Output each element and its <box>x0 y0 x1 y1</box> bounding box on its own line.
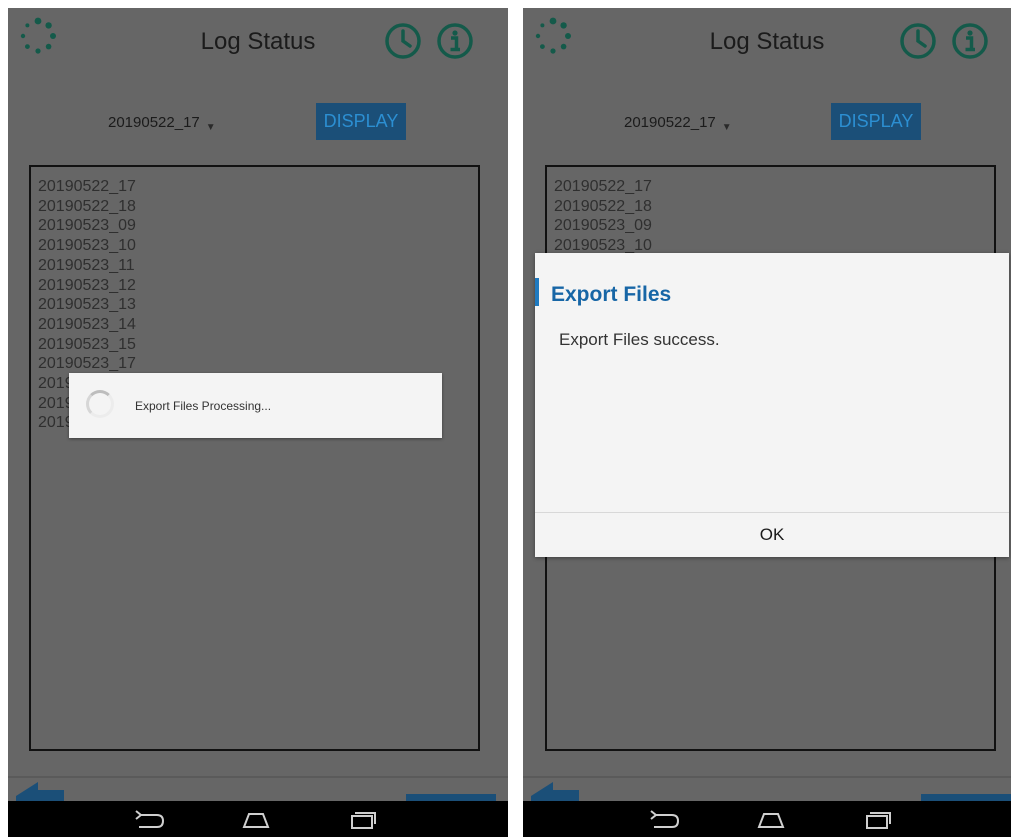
nav-recents-icon[interactable] <box>861 810 893 830</box>
list-item[interactable]: 20190522_17 <box>554 177 652 197</box>
list-item[interactable]: 20190522_17 <box>38 177 136 197</box>
system-nav-bar <box>8 801 508 837</box>
nav-back-icon[interactable] <box>648 810 680 830</box>
list-item[interactable]: 20190523_15 <box>38 335 136 355</box>
dialog-title: Export Files <box>551 283 672 306</box>
date-select[interactable]: 20190522_17 ▼ <box>624 114 732 133</box>
list-item[interactable]: 20190522_18 <box>554 197 652 217</box>
list-item[interactable]: 20190523_12 <box>38 276 136 296</box>
progress-dialog: Export Files Processing... <box>69 373 442 438</box>
system-nav-bar <box>523 801 1011 837</box>
page-title: Log Status <box>200 28 316 55</box>
date-select-value: 20190522_17 <box>108 114 200 131</box>
ok-button[interactable]: OK <box>535 513 1009 557</box>
list-item[interactable]: 20190523_09 <box>38 216 136 236</box>
display-button[interactable]: DISPLAY <box>316 103 406 140</box>
nav-back-icon[interactable] <box>133 810 165 830</box>
nav-home-icon[interactable] <box>240 810 272 830</box>
list-item[interactable]: 20190523_13 <box>38 295 136 315</box>
clock-icon[interactable] <box>899 22 937 60</box>
loading-spinner-icon <box>86 390 114 418</box>
date-select-value: 20190522_17 <box>624 114 716 131</box>
list-item[interactable]: 20190523_17 <box>38 354 136 374</box>
export-alert-dialog: Export Files Export Files success. OK <box>535 253 1009 557</box>
info-icon[interactable] <box>436 22 474 60</box>
log-list-box: 20190522_17 20190522_18 20190523_09 2019… <box>29 165 480 751</box>
list-item[interactable]: 20190522_18 <box>38 197 136 217</box>
list-item[interactable]: 20190523_10 <box>38 236 136 256</box>
list-item[interactable]: 20190523_11 <box>38 256 136 276</box>
progress-message: Export Files Processing... <box>135 399 272 413</box>
list-item[interactable]: 20190523_09 <box>554 216 652 236</box>
nav-home-icon[interactable] <box>755 810 787 830</box>
chevron-down-icon: ▼ <box>205 122 216 133</box>
nav-recents-icon[interactable] <box>346 810 378 830</box>
app-header: Log Status <box>8 8 508 78</box>
info-icon[interactable] <box>951 22 989 60</box>
right-screen: Log Status 20190522_17 ▼ DISPLAY 20190522… <box>523 8 1011 837</box>
chevron-down-icon: ▼ <box>721 122 732 133</box>
divider <box>523 776 1011 778</box>
dialog-accent-bar <box>535 278 539 306</box>
page-title: Log Status <box>709 28 825 55</box>
display-button[interactable]: DISPLAY <box>831 103 921 140</box>
date-select[interactable]: 20190522_17 ▼ <box>108 114 216 133</box>
log-list: 20190522_17 20190522_18 20190523_09 2019… <box>554 177 652 256</box>
app-header: Log Status <box>523 8 1011 78</box>
left-screen: Log Status 20190522_17 ▼ DISPLAY 20190522… <box>8 8 508 837</box>
clock-icon[interactable] <box>384 22 422 60</box>
list-item[interactable]: 20190523_14 <box>38 315 136 335</box>
divider <box>8 776 508 778</box>
dialog-message: Export Files success. <box>559 330 720 349</box>
